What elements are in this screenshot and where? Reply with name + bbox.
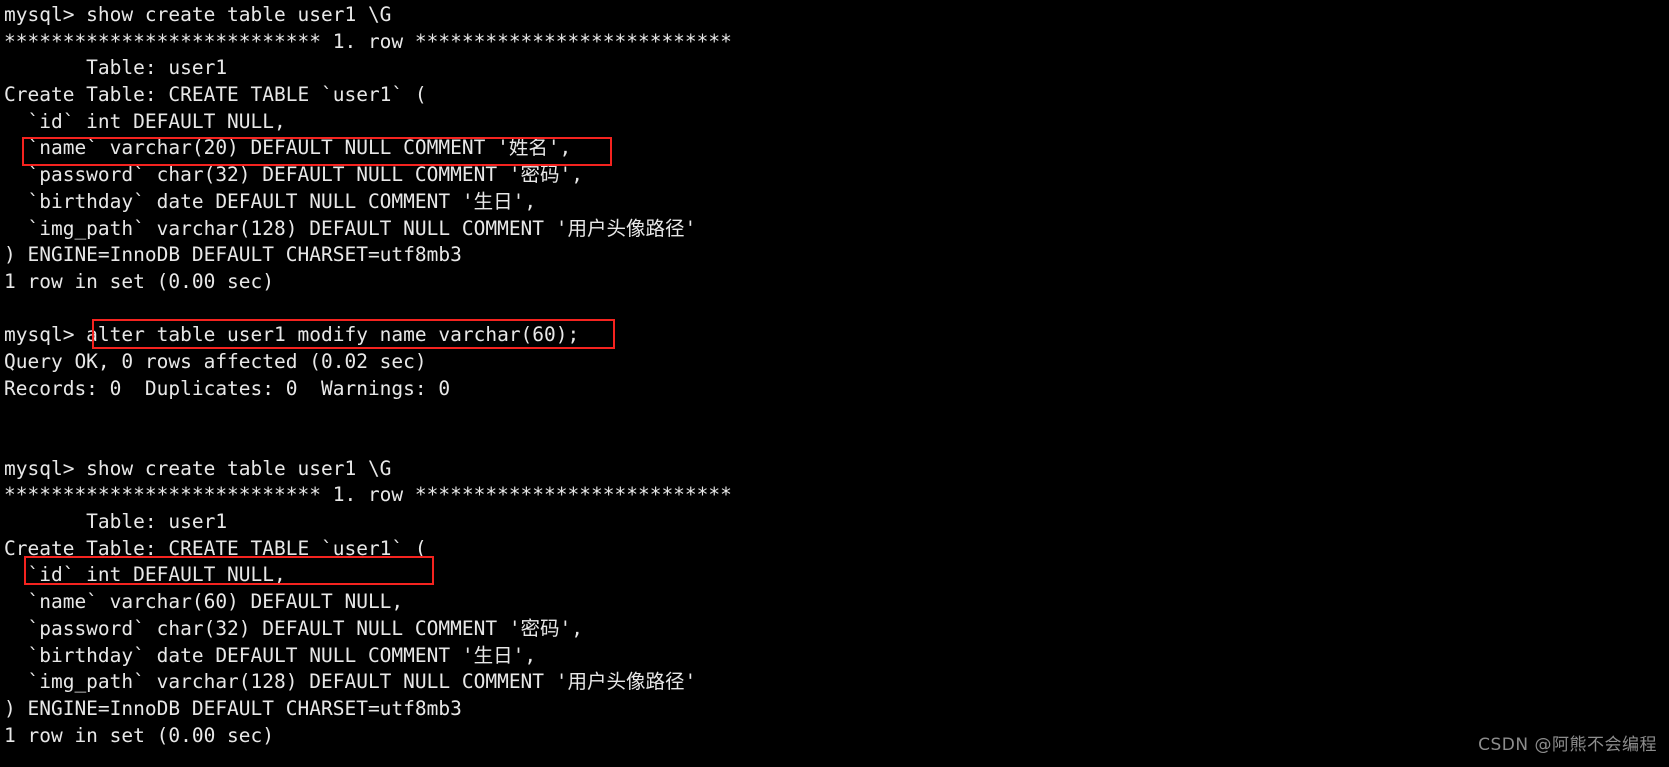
terminal-line: 1 row in set (0.00 sec) — [4, 269, 275, 293]
terminal-line: `name` varchar(20) DEFAULT NULL COMMENT … — [4, 136, 572, 160]
terminal-line: Query OK, 0 rows affected (0.02 sec) — [4, 349, 427, 373]
terminal-line: `img_path` varchar(128) DEFAULT NULL COM… — [4, 216, 697, 240]
terminal-line: 1 row in set (0.00 sec) — [4, 723, 275, 747]
terminal-line: `id` int DEFAULT NULL, — [4, 563, 286, 587]
terminal-line: mysql> show create table user1 \G — [4, 456, 392, 480]
terminal-line: `password` char(32) DEFAULT NULL COMMENT… — [4, 163, 584, 187]
terminal-line: `img_path` varchar(128) DEFAULT NULL COM… — [4, 670, 697, 694]
csdn-watermark: CSDN @阿熊不会编程 — [1478, 735, 1657, 756]
terminal-line: `birthday` date DEFAULT NULL COMMENT '生日… — [4, 189, 537, 213]
terminal-line: ) ENGINE=InnoDB DEFAULT CHARSET=utf8mb3 — [4, 243, 462, 267]
terminal-line: ) ENGINE=InnoDB DEFAULT CHARSET=utf8mb3 — [4, 696, 462, 720]
terminal-line: Table: user1 — [4, 56, 228, 80]
terminal-line: mysql> alter table user1 modify name var… — [4, 323, 580, 347]
terminal-line: mysql> show create table user1 \G — [4, 3, 392, 26]
terminal-line: Create Table: CREATE TABLE `user1` ( — [4, 536, 427, 560]
terminal-line: *************************** 1. row *****… — [4, 29, 732, 53]
terminal-line: `id` int DEFAULT NULL, — [4, 109, 286, 133]
terminal-line: `password` char(32) DEFAULT NULL COMMENT… — [4, 616, 584, 640]
terminal-window[interactable]: mysql> show create table user1 \G *******… — [0, 0, 1669, 767]
terminal-line: Table: user1 — [4, 510, 228, 534]
terminal-line: Create Table: CREATE TABLE `user1` ( — [4, 83, 427, 107]
terminal-line: Records: 0 Duplicates: 0 Warnings: 0 — [4, 376, 451, 400]
terminal-line: `birthday` date DEFAULT NULL COMMENT '生日… — [4, 643, 537, 667]
terminal-output: mysql> show create table user1 \G *******… — [0, 2, 1669, 749]
terminal-line: `name` varchar(60) DEFAULT NULL, — [4, 590, 404, 614]
terminal-line: *************************** 1. row *****… — [4, 483, 732, 507]
